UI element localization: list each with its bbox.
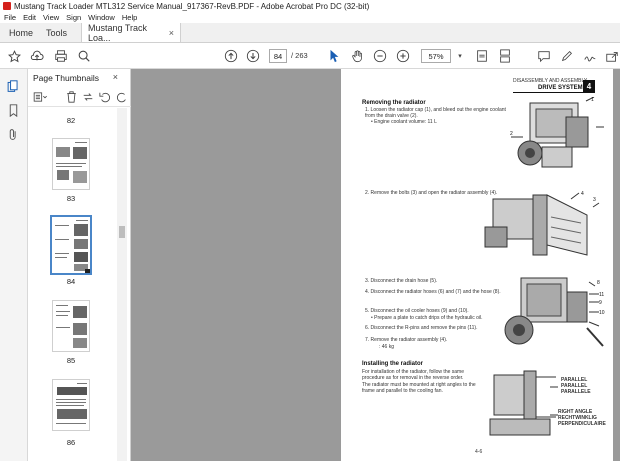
thumbnail-scrollbar[interactable] xyxy=(117,108,127,461)
menu-window[interactable]: Window xyxy=(88,13,115,22)
page-down-icon[interactable] xyxy=(245,48,261,64)
title-bar: Mustang Track Loader MTL312 Service Manu… xyxy=(0,0,620,12)
tab-tools[interactable]: Tools xyxy=(37,23,81,42)
window-title: Mustang Track Loader MTL312 Service Manu… xyxy=(14,1,370,11)
share-icon[interactable] xyxy=(604,48,620,64)
zoom-level-select[interactable]: 57% xyxy=(421,49,451,63)
thumbnail-86[interactable] xyxy=(52,379,90,431)
scrollbar-thumb[interactable] xyxy=(119,226,125,238)
zoom-search-icon[interactable] xyxy=(76,48,92,64)
section-installing-title: Installing the radiator xyxy=(362,361,424,367)
thumbnail-label-86: 86 xyxy=(66,438,76,447)
panel-title: Page Thumbnails xyxy=(33,73,99,83)
hand-icon[interactable] xyxy=(349,48,365,64)
step-5: 5. Disconnect the oil cooler hoses (9) a… xyxy=(365,308,469,314)
acrobat-icon xyxy=(3,2,11,10)
tab-bar: Home Tools Mustang Track Loa... × xyxy=(0,23,620,43)
fig-label-parallel-3: PARALLELE xyxy=(561,389,591,395)
sign-icon[interactable] xyxy=(582,48,598,64)
page-up-icon[interactable] xyxy=(223,48,239,64)
close-tab-icon[interactable]: × xyxy=(169,28,174,38)
step-3: 3. Disconnect the drain hose (5). xyxy=(365,278,438,284)
menu-view[interactable]: View xyxy=(43,13,59,22)
tab-document-label: Mustang Track Loa... xyxy=(88,22,148,43)
section-removing-title: Removing the radiator xyxy=(362,100,426,106)
thumbnail-label-84: 84 xyxy=(66,277,76,286)
page-number-input[interactable]: 84 xyxy=(269,49,287,63)
thumbnail-tools xyxy=(28,87,131,107)
doc-header-small: DISASSEMBLY AND ASSEMBLY xyxy=(513,78,588,84)
upload-icon[interactable] xyxy=(29,48,45,64)
zoom-level-value: 57% xyxy=(428,51,444,61)
svg-text:10: 10 xyxy=(599,310,605,316)
step-6: 6. Disconnect the R-pins and remove the … xyxy=(365,325,478,331)
menu-help[interactable]: Help xyxy=(122,13,137,22)
fit-page-icon[interactable] xyxy=(474,48,490,64)
step-7: 7. Remove the radiator assembly (4). xyxy=(365,337,448,343)
thumbnails-panel: Page Thumbnails × 82 83 84 85 86 xyxy=(28,69,131,461)
svg-text:1: 1 xyxy=(591,97,594,103)
tab-document[interactable]: Mustang Track Loa... × xyxy=(81,22,181,43)
svg-text:4: 4 xyxy=(581,191,584,197)
delete-page-icon[interactable] xyxy=(64,90,78,104)
svg-text:9: 9 xyxy=(599,300,602,306)
star-icon[interactable] xyxy=(6,48,22,64)
toolbar: 84 / 263 57% ▾ xyxy=(0,43,620,69)
svg-text:3: 3 xyxy=(593,197,596,203)
radiator-figure-4 xyxy=(489,370,558,436)
thumbnail-83[interactable] xyxy=(52,138,90,190)
thumbnail-label-83: 83 xyxy=(66,194,76,203)
step-1-note: • Engine coolant volume: 11 L xyxy=(371,119,437,125)
doc-header-title: DRIVE SYSTEM xyxy=(538,85,583,91)
radiator-figure-1: 1 2 xyxy=(510,97,604,168)
rotate-left-icon[interactable] xyxy=(98,90,112,104)
step-1: 1. Loosen the radiator cap (1), and blee… xyxy=(365,107,506,119)
highlight-pen-icon[interactable] xyxy=(559,48,575,64)
header-rule xyxy=(513,92,595,93)
page-total: / 263 xyxy=(291,51,308,60)
replace-page-icon[interactable] xyxy=(81,90,95,104)
zoom-out-icon[interactable] xyxy=(372,48,388,64)
menu-bar: File Edit View Sign Window Help xyxy=(0,12,620,23)
menu-file[interactable]: File xyxy=(4,13,16,22)
zoom-in-icon[interactable] xyxy=(395,48,411,64)
radiator-figure-2: 3 4 xyxy=(484,191,600,256)
radiator-figure-3: 8 11 9 10 xyxy=(504,277,605,347)
svg-text:2: 2 xyxy=(510,131,513,137)
options-menu-icon[interactable] xyxy=(33,90,47,104)
step-4: 4. Disconnect the radiator hoses (6) and… xyxy=(365,289,501,295)
print-icon[interactable] xyxy=(53,48,69,64)
install-text-1: For installation of the radiator, follow… xyxy=(362,369,464,381)
svg-text:11: 11 xyxy=(599,292,604,298)
install-text-2: The radiator must be mounted at right an… xyxy=(362,382,476,394)
fig-label-right-angle-3: PERPENDICULAIRE xyxy=(558,421,606,427)
chevron-down-icon[interactable]: ▾ xyxy=(452,48,468,64)
menu-edit[interactable]: Edit xyxy=(23,13,36,22)
comment-icon[interactable] xyxy=(536,48,552,64)
thumbnail-84[interactable] xyxy=(50,215,92,275)
close-panel-icon[interactable]: × xyxy=(113,72,118,82)
page-number: 4-6 xyxy=(475,449,483,455)
step-7-weight: : 46 kg xyxy=(379,344,395,350)
pdf-page: DISASSEMBLY AND ASSEMBLY DRIVE SYSTEM 4 … xyxy=(341,69,613,461)
step-5-note: • Prepare a plate to catch drips of the … xyxy=(371,315,483,321)
menu-sign[interactable]: Sign xyxy=(66,13,81,22)
section-number: 4 xyxy=(586,81,592,91)
thumbnail-label-85: 85 xyxy=(66,356,76,365)
tab-home[interactable]: Home xyxy=(0,23,37,42)
svg-text:8: 8 xyxy=(597,280,600,286)
section-number-badge: 4 xyxy=(583,80,595,92)
page-thumbnails-icon[interactable] xyxy=(6,79,20,93)
left-rail xyxy=(0,69,28,461)
document-viewer[interactable]: DISASSEMBLY AND ASSEMBLY DRIVE SYSTEM 4 … xyxy=(131,69,620,461)
attachment-icon[interactable] xyxy=(6,127,20,141)
bookmark-icon[interactable] xyxy=(6,103,20,117)
thumbnail-label-82: 82 xyxy=(66,116,76,125)
select-cursor-icon[interactable] xyxy=(326,48,342,64)
thumbnail-85[interactable] xyxy=(52,300,90,352)
rotate-right-icon[interactable] xyxy=(115,90,129,104)
scroll-mode-icon[interactable] xyxy=(497,48,513,64)
